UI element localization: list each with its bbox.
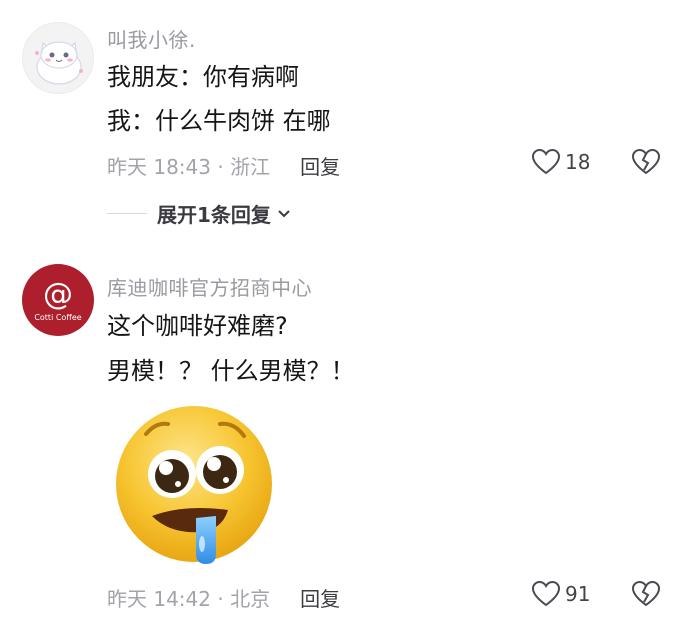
avatar[interactable] <box>22 22 94 94</box>
expand-label: 展开1条回复 <box>157 203 271 227</box>
cat-avatar-icon <box>35 41 83 85</box>
chevron-down-icon <box>278 209 290 217</box>
comment-text-line: 我朋友：你有病啊 <box>107 63 299 91</box>
logo-text: Cotti Coffee <box>34 313 81 322</box>
timestamp: 昨天 14:42 <box>107 587 211 611</box>
comment-text-line: 我：什么牛肉饼 在哪 <box>107 107 331 135</box>
broken-heart-icon <box>631 580 661 607</box>
like-count: 91 <box>565 582 591 606</box>
divider <box>107 213 147 214</box>
location: 北京 <box>230 587 271 611</box>
broken-heart-icon <box>631 148 661 175</box>
comment-text-line: 男模！？ 什么男模？！ <box>107 357 355 385</box>
drooling-face-emoji-icon <box>116 406 272 564</box>
like-button[interactable]: 18 <box>531 148 590 176</box>
like-count: 18 <box>565 150 591 174</box>
heart-icon <box>531 580 561 607</box>
heart-icon <box>531 148 561 175</box>
like-button[interactable]: 91 <box>531 580 590 608</box>
cotti-coffee-logo-icon: @ Cotti Coffee <box>34 277 81 322</box>
location: 浙江 <box>230 155 271 179</box>
dislike-button[interactable] <box>631 580 661 612</box>
username[interactable]: 叫我小徐. <box>107 24 196 53</box>
dislike-button[interactable] <box>631 148 661 180</box>
comment-meta: 昨天 18:43 · 浙江 回复 <box>107 155 341 179</box>
timestamp: 昨天 18:43 <box>107 155 211 179</box>
avatar[interactable]: @ Cotti Coffee <box>22 264 94 336</box>
comment-text-line: 这个咖啡好难磨? <box>107 312 288 340</box>
username[interactable]: 库迪咖啡官方招商中心 <box>107 272 312 301</box>
comment-meta: 昨天 14:42 · 北京 回复 <box>107 587 341 611</box>
reply-button[interactable]: 回复 <box>300 155 340 179</box>
reply-button[interactable]: 回复 <box>300 587 340 611</box>
expand-replies-button[interactable]: 展开1条回复 <box>107 199 293 228</box>
logo-symbol: @ <box>43 277 73 312</box>
